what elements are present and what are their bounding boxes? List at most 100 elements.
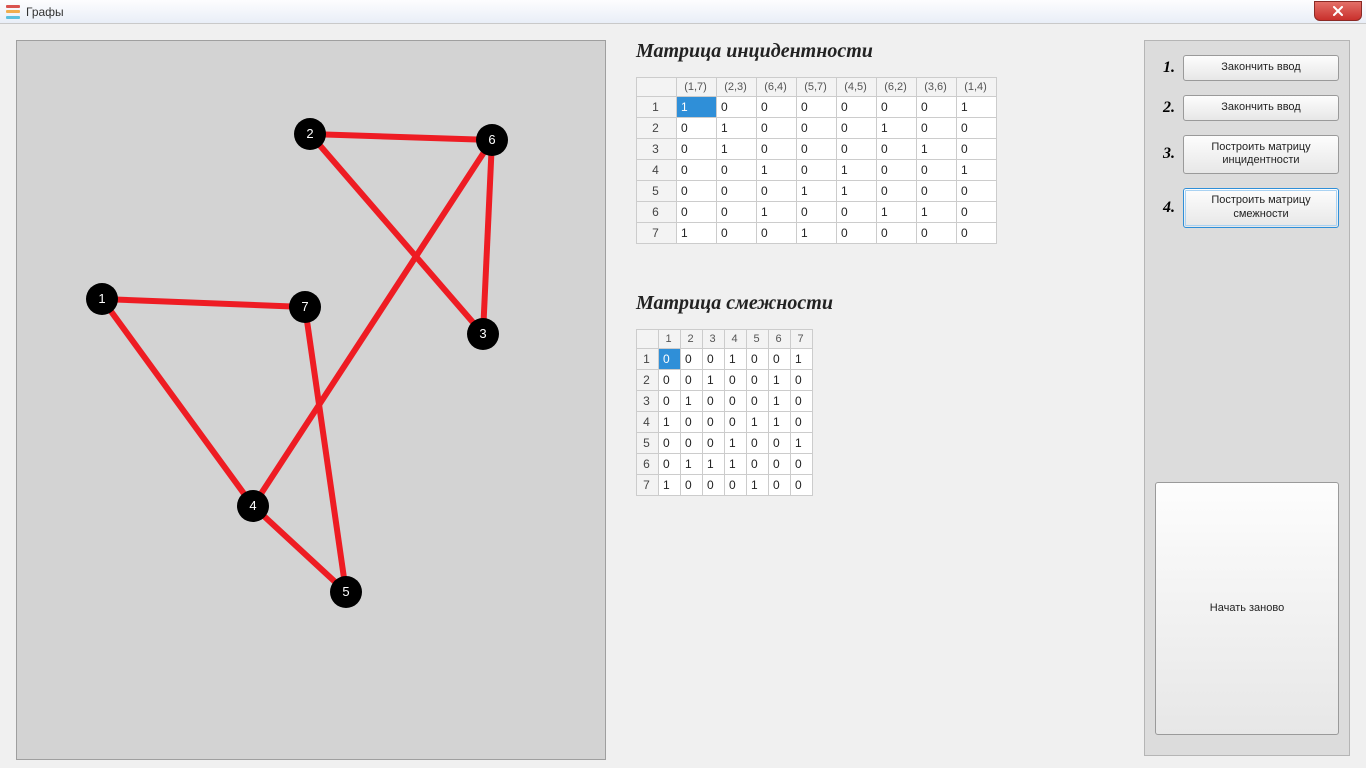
table-cell[interactable]: 1: [725, 349, 747, 370]
table-row-header[interactable]: 2: [637, 370, 659, 391]
table-cell[interactable]: 0: [797, 97, 837, 118]
table-cell[interactable]: 0: [681, 475, 703, 496]
table-column-header[interactable]: 6: [769, 330, 791, 349]
table-cell[interactable]: 0: [917, 118, 957, 139]
table-cell[interactable]: 0: [681, 433, 703, 454]
build-adjacency-button[interactable]: Построить матрицу смежности: [1183, 188, 1339, 228]
table-column-header[interactable]: (2,3): [717, 78, 757, 97]
table-cell[interactable]: 0: [797, 160, 837, 181]
table-cell[interactable]: 1: [757, 160, 797, 181]
table-cell[interactable]: 0: [717, 160, 757, 181]
table-cell[interactable]: 0: [877, 181, 917, 202]
table-cell[interactable]: 0: [703, 412, 725, 433]
build-incidence-button[interactable]: Построить матрицу инцидентности: [1183, 135, 1339, 175]
table-cell[interactable]: 0: [769, 433, 791, 454]
table-cell[interactable]: 0: [757, 97, 797, 118]
table-cell[interactable]: 0: [791, 454, 813, 475]
table-cell[interactable]: 0: [717, 97, 757, 118]
table-column-header[interactable]: (3,6): [917, 78, 957, 97]
table-cell[interactable]: 0: [703, 433, 725, 454]
incidence-matrix[interactable]: (1,7)(2,3)(6,4)(5,7)(4,5)(6,2)(3,6)(1,4)…: [636, 77, 997, 244]
table-cell[interactable]: 1: [681, 454, 703, 475]
table-cell[interactable]: 1: [917, 139, 957, 160]
table-column-header[interactable]: 2: [681, 330, 703, 349]
table-cell[interactable]: 1: [659, 475, 681, 496]
table-cell[interactable]: 0: [747, 454, 769, 475]
table-cell[interactable]: 0: [725, 412, 747, 433]
table-row-header[interactable]: 6: [637, 454, 659, 475]
table-column-header[interactable]: 3: [703, 330, 725, 349]
table-cell[interactable]: 0: [769, 349, 791, 370]
table-column-header[interactable]: (1,4): [957, 78, 997, 97]
table-cell[interactable]: 0: [677, 160, 717, 181]
table-cell[interactable]: 0: [917, 97, 957, 118]
table-cell[interactable]: 0: [837, 223, 877, 244]
table-cell[interactable]: 0: [837, 202, 877, 223]
table-row-header[interactable]: 3: [637, 139, 677, 160]
table-cell[interactable]: 0: [747, 391, 769, 412]
table-cell[interactable]: 0: [791, 391, 813, 412]
table-cell[interactable]: 0: [725, 391, 747, 412]
table-cell[interactable]: 0: [677, 118, 717, 139]
table-row-header[interactable]: 5: [637, 181, 677, 202]
table-row-header[interactable]: 4: [637, 412, 659, 433]
graph-canvas[interactable]: 1234567: [16, 40, 606, 760]
table-cell[interactable]: 1: [837, 181, 877, 202]
table-row-header[interactable]: 4: [637, 160, 677, 181]
table-cell[interactable]: 0: [717, 202, 757, 223]
table-cell[interactable]: 1: [703, 454, 725, 475]
table-row-header[interactable]: 5: [637, 433, 659, 454]
table-cell[interactable]: 1: [769, 391, 791, 412]
table-row-header[interactable]: 3: [637, 391, 659, 412]
table-cell[interactable]: 1: [677, 223, 717, 244]
table-cell[interactable]: 0: [681, 370, 703, 391]
table-cell[interactable]: 0: [725, 475, 747, 496]
table-cell[interactable]: 0: [917, 181, 957, 202]
table-cell[interactable]: 0: [703, 391, 725, 412]
table-cell[interactable]: 1: [747, 475, 769, 496]
table-cell[interactable]: 0: [677, 139, 717, 160]
table-cell[interactable]: 0: [757, 223, 797, 244]
table-cell[interactable]: 0: [677, 202, 717, 223]
table-column-header[interactable]: (4,5): [837, 78, 877, 97]
table-cell[interactable]: 0: [717, 223, 757, 244]
adjacency-matrix[interactable]: 1234567100010012001001030100010410001105…: [636, 329, 813, 496]
table-cell[interactable]: 0: [797, 202, 837, 223]
table-cell[interactable]: 1: [957, 160, 997, 181]
table-cell[interactable]: 0: [917, 223, 957, 244]
table-cell[interactable]: 0: [957, 139, 997, 160]
table-cell[interactable]: 0: [837, 139, 877, 160]
table-row-header[interactable]: 7: [637, 223, 677, 244]
table-cell[interactable]: 0: [957, 223, 997, 244]
table-cell[interactable]: 1: [703, 370, 725, 391]
table-cell[interactable]: 1: [725, 454, 747, 475]
table-cell[interactable]: 1: [717, 118, 757, 139]
table-column-header[interactable]: (5,7): [797, 78, 837, 97]
table-cell[interactable]: 1: [957, 97, 997, 118]
table-cell[interactable]: 1: [659, 412, 681, 433]
table-row-header[interactable]: 6: [637, 202, 677, 223]
table-cell[interactable]: 1: [725, 433, 747, 454]
table-cell[interactable]: 0: [659, 370, 681, 391]
table-cell[interactable]: 1: [677, 97, 717, 118]
table-cell[interactable]: 0: [757, 139, 797, 160]
table-cell[interactable]: 0: [703, 475, 725, 496]
table-cell[interactable]: 1: [797, 181, 837, 202]
table-cell[interactable]: 0: [877, 139, 917, 160]
table-row-header[interactable]: 1: [637, 97, 677, 118]
table-cell[interactable]: 0: [757, 118, 797, 139]
table-cell[interactable]: 1: [797, 223, 837, 244]
table-cell[interactable]: 0: [769, 454, 791, 475]
finish-input-button-1[interactable]: Закончить ввод: [1183, 55, 1339, 81]
table-cell[interactable]: 0: [659, 454, 681, 475]
table-cell[interactable]: 0: [837, 118, 877, 139]
table-cell[interactable]: 0: [957, 118, 997, 139]
table-cell[interactable]: 1: [877, 118, 917, 139]
close-button[interactable]: [1314, 1, 1362, 21]
table-cell[interactable]: 1: [917, 202, 957, 223]
table-cell[interactable]: 0: [747, 349, 769, 370]
table-column-header[interactable]: (6,2): [877, 78, 917, 97]
table-cell[interactable]: 1: [877, 202, 917, 223]
table-cell[interactable]: 0: [717, 181, 757, 202]
table-column-header[interactable]: (1,7): [677, 78, 717, 97]
